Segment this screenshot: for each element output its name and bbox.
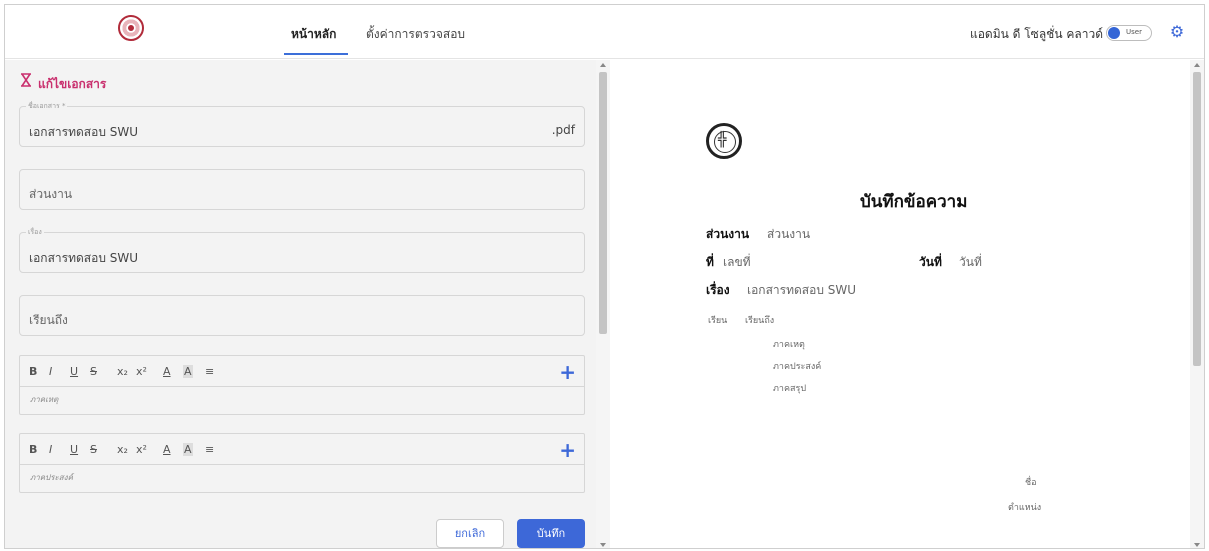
tab-home[interactable]: หน้าหลัก [291, 25, 336, 44]
preview-no-label: ที่ [706, 255, 714, 269]
bg-color-button[interactable]: A [183, 443, 193, 456]
subject-value[interactable]: เอกสารทดสอบ SWU [29, 249, 138, 268]
subject-field[interactable]: เรื่อง เอกสารทดสอบ SWU [19, 227, 585, 273]
underline-button[interactable]: U [70, 443, 78, 456]
preview-sign-position: ตำแหน่ง [1008, 503, 1042, 513]
user-name: แอดมิน ดี โซลูชั่น คลาวด์ [969, 27, 1103, 41]
purpose-editor[interactable]: B I U S x₂ x² A A ≡ + ภาคประสงค์ [19, 433, 585, 493]
scroll-up-arrow[interactable] [1194, 63, 1200, 67]
doc-name-label: ชื่อเอกสาร * [26, 101, 68, 112]
tab-review-settings[interactable]: ตั้งค่าการตรวจสอบ [366, 25, 465, 44]
department-placeholder: ส่วนงาน [29, 187, 73, 201]
university-logo [118, 15, 144, 41]
add-icon[interactable]: + [559, 438, 576, 462]
hourglass-icon [21, 73, 31, 87]
subscript-button[interactable]: x₂ [117, 443, 128, 456]
app-window: หน้าหลัก ตั้งค่าการตรวจสอบ แอดมิน ดี โซล… [4, 4, 1205, 549]
preview-subject-value: เอกสารทดสอบ SWU [747, 283, 857, 297]
font-color-button[interactable]: A [163, 443, 171, 456]
font-color-button[interactable]: A [163, 365, 171, 378]
active-tab-indicator [284, 53, 348, 55]
bold-button[interactable]: B [29, 365, 37, 378]
toggle-label: User [1126, 28, 1142, 36]
italic-button[interactable]: I [49, 365, 52, 378]
form-title: แก้ไขเอกสาร [38, 77, 107, 91]
add-icon[interactable]: + [559, 360, 576, 384]
doc-name-suffix: .pdf [551, 123, 575, 137]
scroll-up-arrow[interactable] [600, 63, 606, 67]
strike-button[interactable]: S [90, 365, 97, 378]
preview-body-cause: ภาคเหตุ [773, 340, 805, 350]
preview-to-label: เรียน [708, 316, 728, 326]
doc-name-field[interactable]: ชื่อเอกสาร * เอกสารทดสอบ SWU .pdf [19, 101, 585, 147]
document-preview: บันทึกข้อความ ส่วนงาน ส่วนงาน ที่ เลขที่… [610, 60, 1204, 548]
document-seal [706, 123, 742, 159]
scroll-thumb[interactable] [599, 72, 607, 334]
form-scrollbar[interactable] [596, 60, 610, 548]
superscript-button[interactable]: x² [136, 365, 147, 378]
align-button[interactable]: ≡ [205, 443, 214, 456]
editor-toolbar: B I U S x₂ x² A A ≡ + [20, 356, 584, 387]
to-field[interactable]: เรียนถึง [19, 295, 585, 336]
preview-title: บันทึกข้อความ [860, 192, 968, 212]
cause-placeholder: ภาคเหตุ [30, 395, 59, 404]
gear-icon[interactable]: ⚙ [1168, 23, 1186, 41]
edit-form-panel: แก้ไขเอกสาร ชื่อเอกสาร * เอกสารทดสอบ SWU… [5, 60, 610, 548]
subject-label: เรื่อง [26, 227, 44, 238]
preview-date-label: วันที่ [919, 255, 942, 269]
preview-dept-label: ส่วนงาน [706, 227, 750, 241]
role-toggle[interactable]: User [1106, 25, 1152, 41]
top-bar: หน้าหลัก ตั้งค่าการตรวจสอบ แอดมิน ดี โซล… [5, 5, 1204, 59]
doc-name-value[interactable]: เอกสารทดสอบ SWU [29, 123, 138, 142]
preview-no-value: เลขที่ [723, 255, 751, 269]
preview-sign-name: ชื่อ [1025, 478, 1037, 488]
preview-body-summary: ภาคสรุป [773, 384, 807, 394]
scroll-down-arrow[interactable] [1194, 543, 1200, 547]
bold-button[interactable]: B [29, 443, 37, 456]
save-button[interactable]: บันทึก [517, 519, 585, 548]
preview-subject-label: เรื่อง [706, 283, 730, 297]
preview-body-purpose: ภาคประสงค์ [773, 362, 822, 372]
bg-color-button[interactable]: A [183, 365, 193, 378]
subscript-button[interactable]: x₂ [117, 365, 128, 378]
scroll-down-arrow[interactable] [600, 543, 606, 547]
toggle-knob [1108, 27, 1120, 39]
cause-editor[interactable]: B I U S x₂ x² A A ≡ + ภาคเหตุ [19, 355, 585, 415]
superscript-button[interactable]: x² [136, 443, 147, 456]
preview-to-value: เรียนถึง [745, 316, 775, 326]
cancel-button[interactable]: ยกเลิก [436, 519, 504, 548]
purpose-placeholder: ภาคประสงค์ [30, 473, 73, 482]
align-button[interactable]: ≡ [205, 365, 214, 378]
to-placeholder: เรียนถึง [29, 313, 68, 327]
scroll-thumb[interactable] [1193, 72, 1201, 366]
editor-toolbar: B I U S x₂ x² A A ≡ + [20, 434, 584, 465]
underline-button[interactable]: U [70, 365, 78, 378]
italic-button[interactable]: I [49, 443, 52, 456]
preview-scrollbar[interactable] [1190, 60, 1204, 548]
preview-date-value: วันที่ [959, 255, 982, 269]
department-field[interactable]: ส่วนงาน [19, 169, 585, 210]
preview-dept-value: ส่วนงาน [767, 227, 811, 241]
strike-button[interactable]: S [90, 443, 97, 456]
